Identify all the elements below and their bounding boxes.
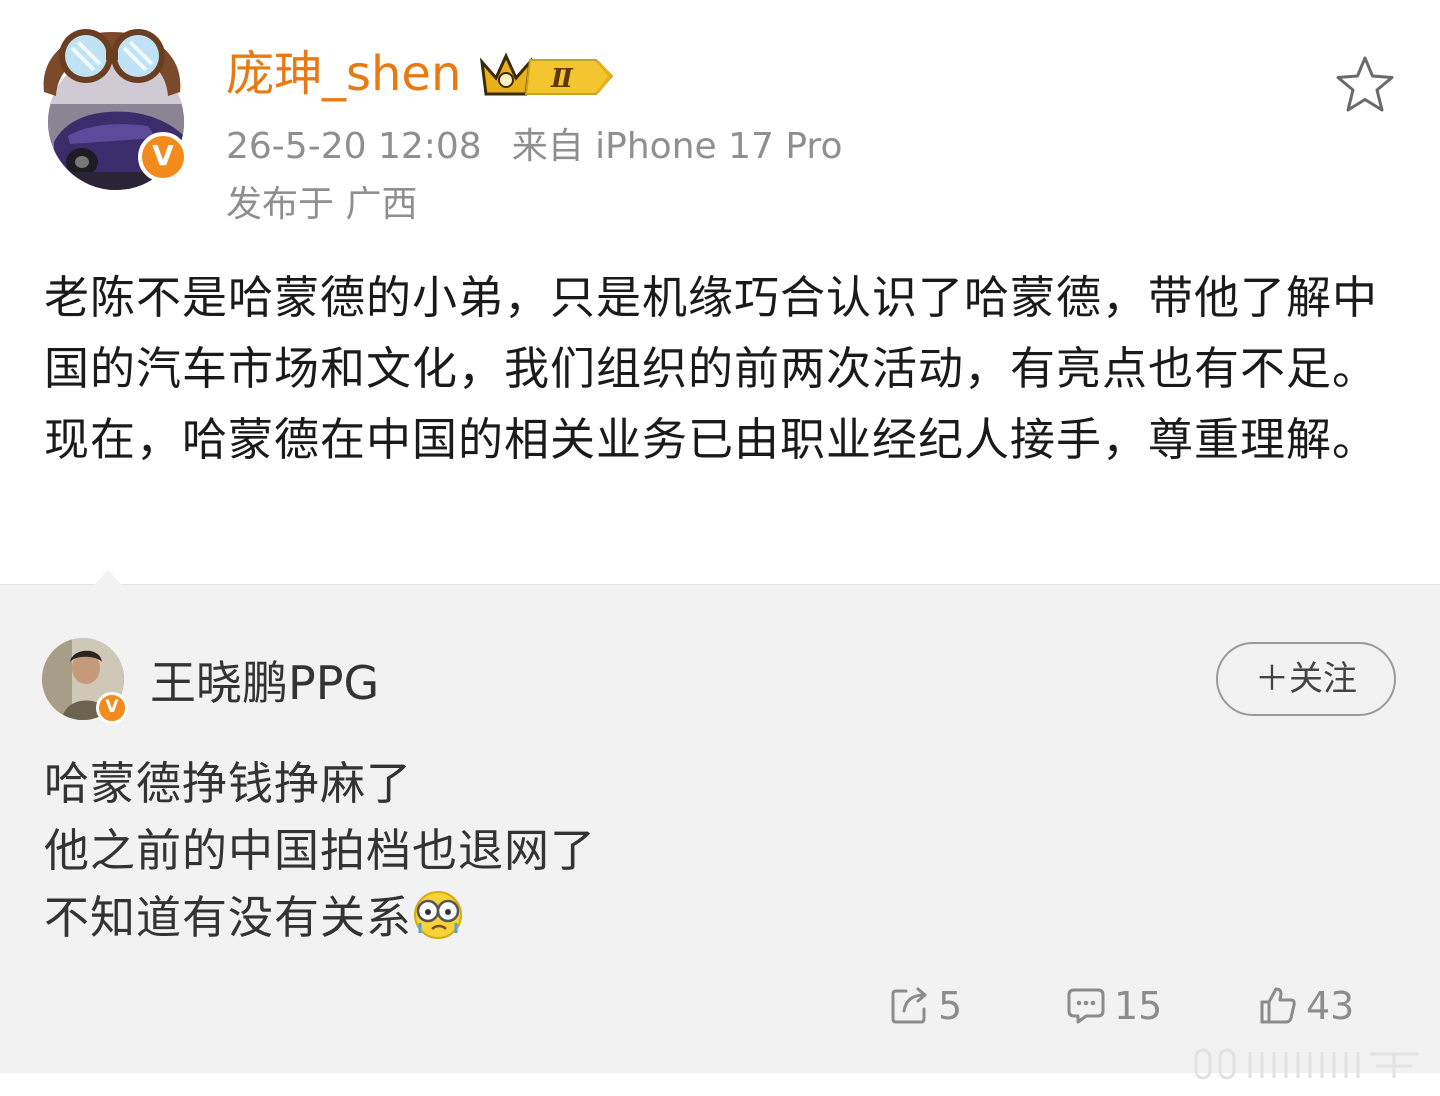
comment-action[interactable]: 15 xyxy=(1066,980,1162,1032)
quoted-text-line: 他之前的中国拍档也退网了 xyxy=(44,824,597,877)
watermark-icon xyxy=(1194,1048,1418,1080)
repost-action[interactable]: 5 xyxy=(890,980,962,1032)
verified-badge-icon: V xyxy=(138,132,188,182)
post-timestamp: 26-5-20 12:08 xyxy=(226,126,482,167)
like-action[interactable]: 43 xyxy=(1258,980,1354,1032)
post-meta: 26-5-20 12:08 来自 iPhone 17 Pro xyxy=(226,124,842,170)
post-source: 来自 iPhone 17 Pro xyxy=(511,126,843,167)
repost-icon xyxy=(891,987,927,1024)
thumbs-up-icon xyxy=(1260,987,1296,1024)
goggles-frame-icon xyxy=(43,29,181,96)
like-count: 43 xyxy=(1306,984,1355,1028)
vip-crown-badge-icon[interactable]: Ⅱ xyxy=(478,48,618,102)
comment-icon xyxy=(1067,988,1105,1024)
vip-level-text: Ⅱ xyxy=(550,64,574,94)
follow-button[interactable]: ＋关注 xyxy=(1216,642,1396,716)
main-post: V 庞珅_shen Ⅱ 26-5-20 12:08 来自 iPhone 17 Pr… xyxy=(0,0,1440,585)
comment-count: 15 xyxy=(1114,984,1163,1028)
author-avatar[interactable]: V xyxy=(36,18,188,190)
favorite-star-icon[interactable] xyxy=(1334,54,1396,116)
quoted-verified-badge-icon: V xyxy=(96,692,128,724)
post-location: 发布于 广西 xyxy=(226,184,418,225)
repost-count: 5 xyxy=(938,984,963,1028)
quote-pointer-notch xyxy=(84,570,132,596)
author-username[interactable]: 庞珅_shen xyxy=(226,44,461,104)
post-body-text: 老陈不是哈蒙德的小弟，只是机缘巧合认识了哈蒙德，带他了解中国的汽车市场和文化，我… xyxy=(44,271,1379,466)
quoted-text-line: 不知道有没有关系 xyxy=(44,884,1344,951)
quoted-author-username[interactable]: 王晓鹏PPG xyxy=(150,654,379,712)
quoted-text-line-content: 不知道有没有关系 xyxy=(44,891,413,944)
weibo-post-screenshot: V 庞珅_shen Ⅱ 26-5-20 12:08 来自 iPhone 17 Pr… xyxy=(0,0,1440,1096)
doge-sweat-icon xyxy=(414,891,463,939)
quoted-body-text: 哈蒙德挣钱挣麻了 他之前的中国拍档也退网了 不知道有没有关系 xyxy=(44,750,1344,951)
quoted-text-line: 哈蒙德挣钱挣麻了 xyxy=(44,757,413,810)
